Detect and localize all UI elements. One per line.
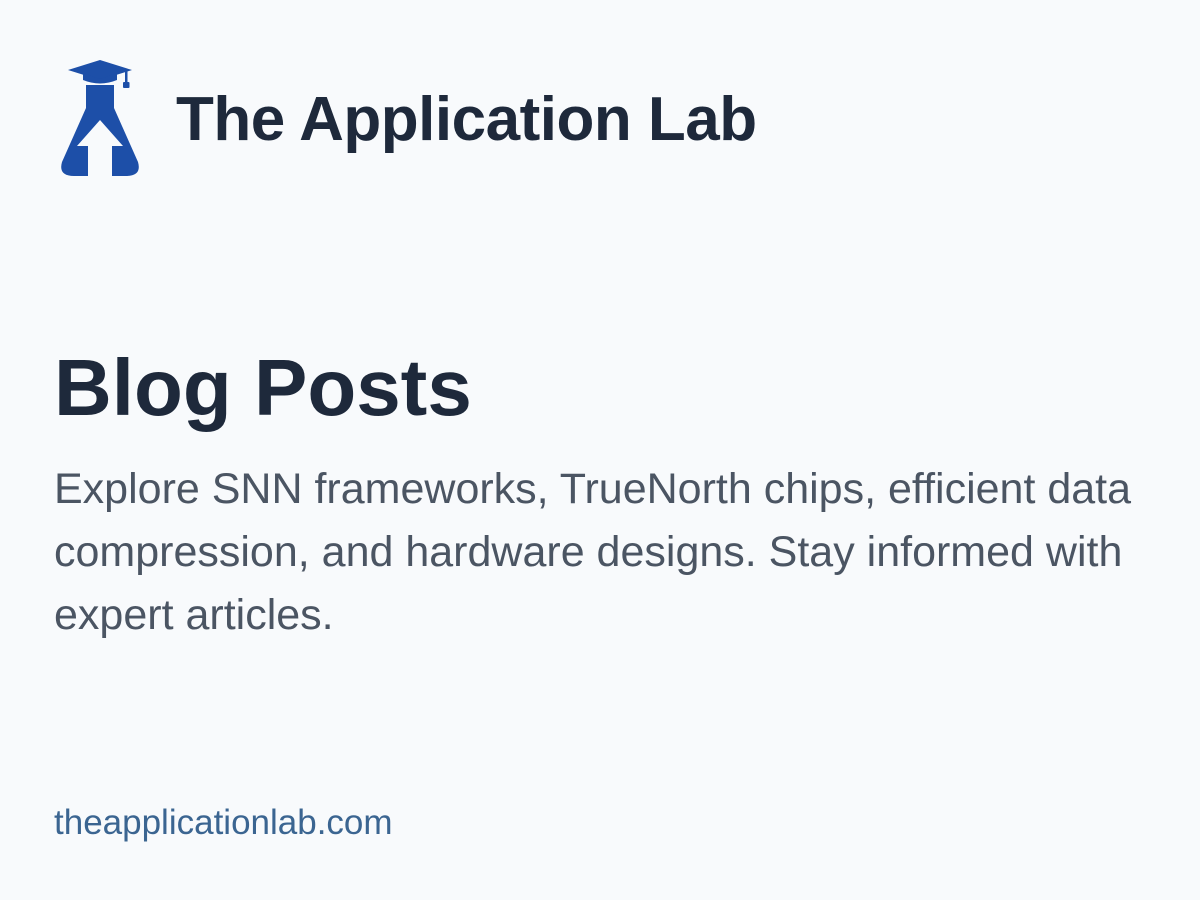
brand-name: The Application Lab [176, 84, 757, 154]
page-title: Blog Posts [54, 343, 472, 432]
graduation-cap-flask-arrow-icon [61, 60, 139, 176]
page-description: Explore SNN frameworks, TrueNorth chips,… [54, 465, 1132, 639]
brand-header: The Application Lab [56, 58, 757, 180]
site-url-link[interactable]: theapplicationlab.com [54, 803, 393, 843]
